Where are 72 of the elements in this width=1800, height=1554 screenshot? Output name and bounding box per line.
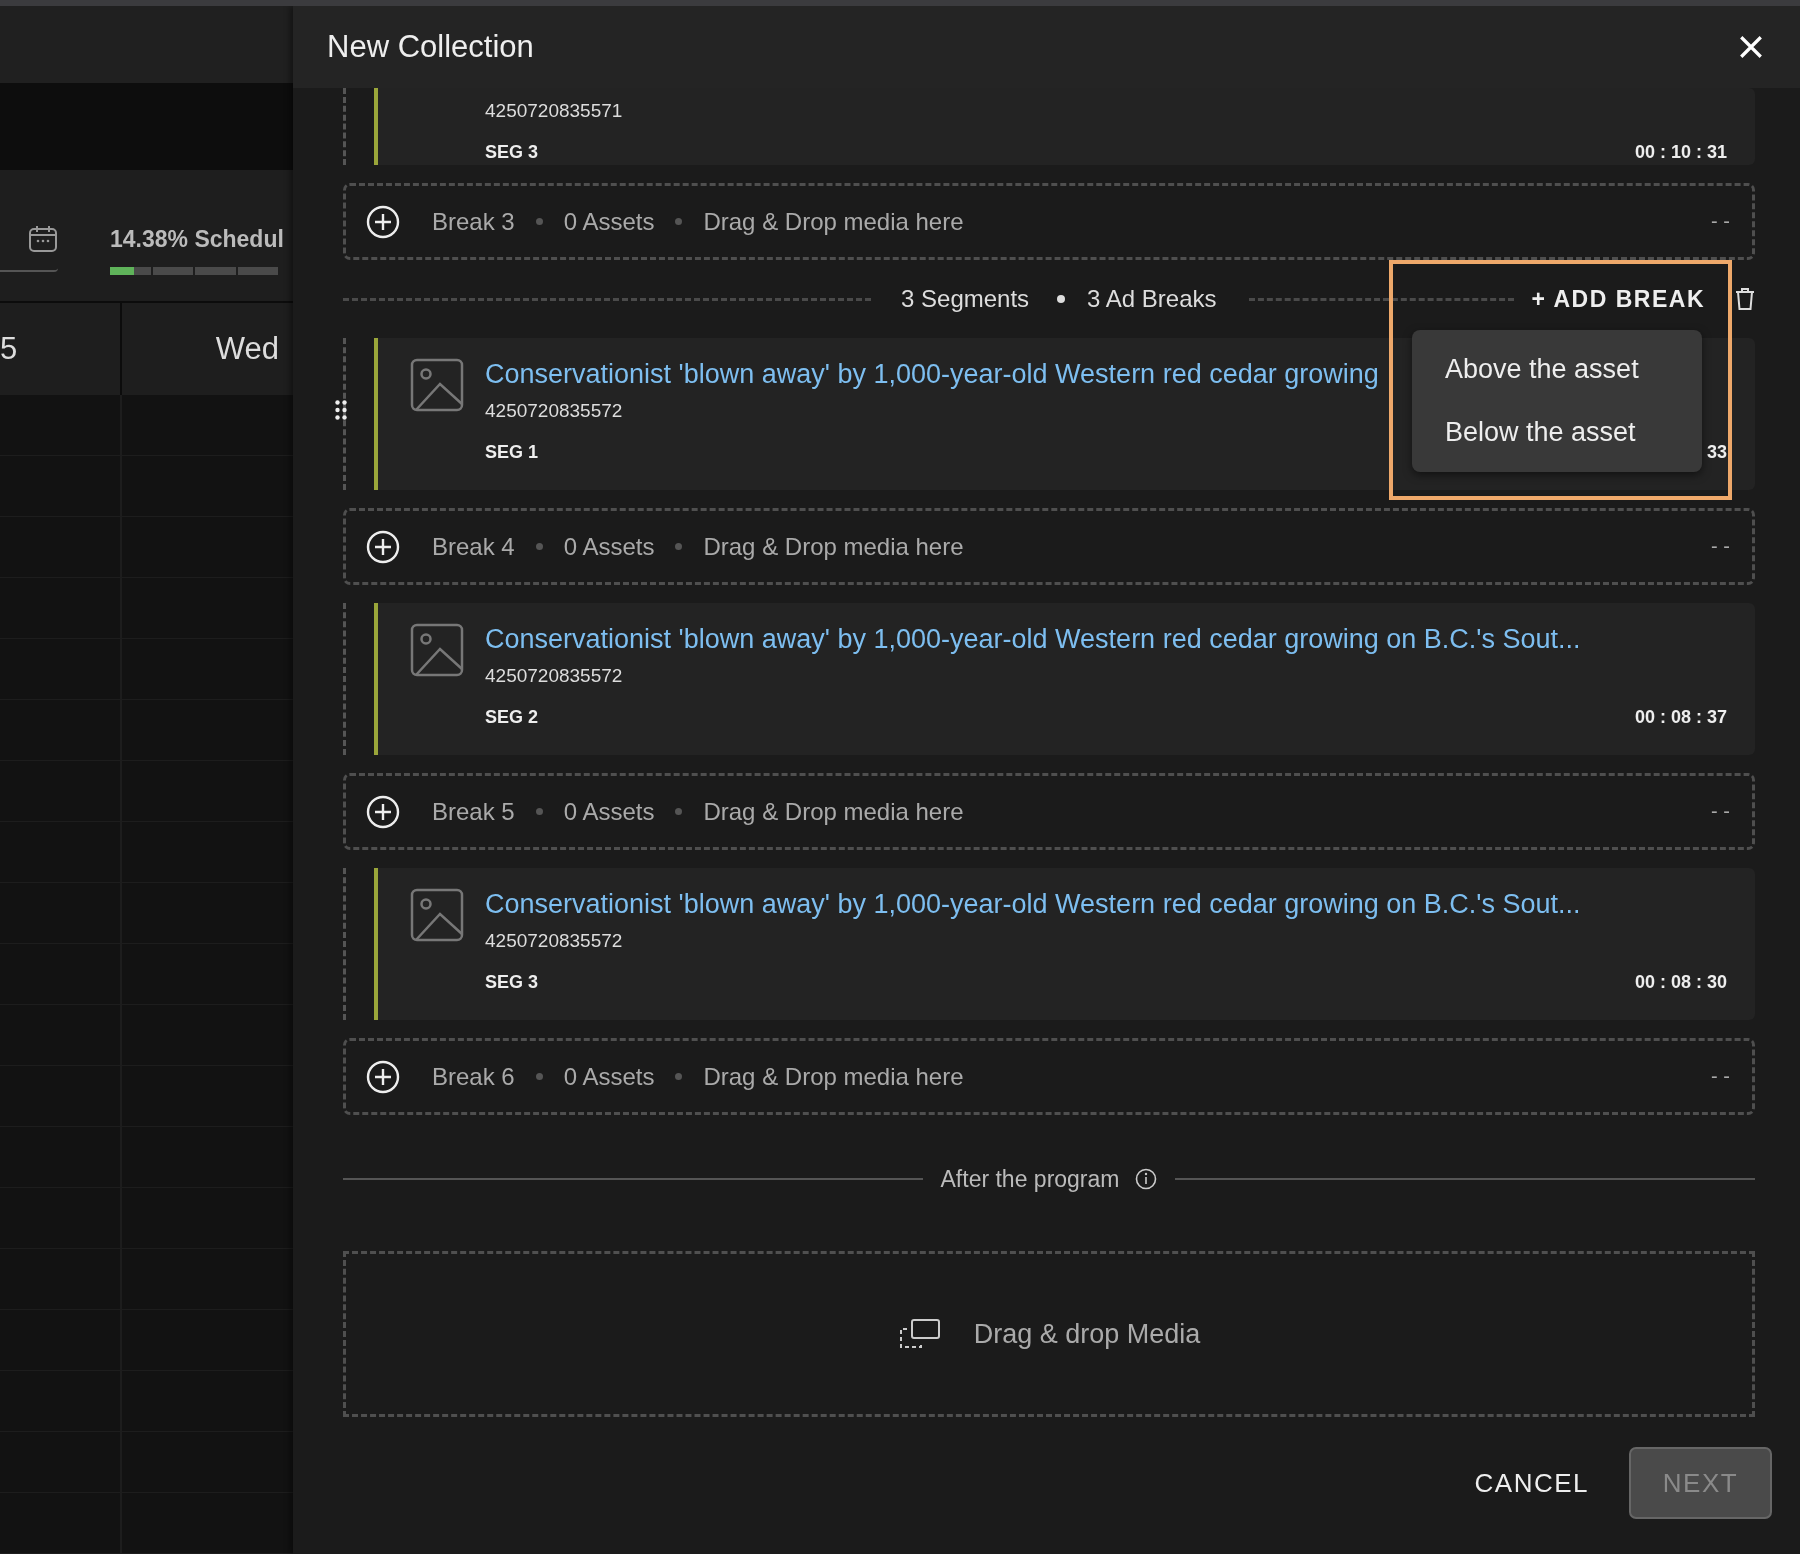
segment-count: 3 Segments (901, 285, 1030, 313)
image-placeholder-icon (410, 888, 464, 942)
separator-dot (675, 218, 683, 225)
add-icon[interactable] (366, 794, 400, 829)
asset-count: 0 Assets (563, 1062, 655, 1091)
segment-card[interactable]: Conservationist 'blown away' by 1,000-year-old Western red cedar growing on B.C.'s Sout... 4250720835572 SEG 3 00 : 08 : 30 (374, 868, 1755, 1020)
separator-dot (1057, 295, 1066, 303)
asset-title-link[interactable]: Conservationist 'blown away' by 1,000-year-old Western red cedar growing on B.C.'s Sout... (485, 888, 1581, 920)
break-duration: - - (1711, 535, 1730, 558)
trash-icon[interactable] (1735, 287, 1755, 311)
add-icon[interactable] (366, 204, 400, 239)
media-drop-icon (897, 1317, 942, 1351)
break-label: Break 6 (432, 1062, 515, 1091)
menu-item[interactable]: Above the asset (1412, 338, 1702, 401)
dropzone-label: Drag & drop Media (973, 1318, 1201, 1350)
add-icon[interactable] (366, 529, 400, 564)
asset-title-link[interactable]: Conservationist 'blown away' by 1,000-year-old Western red cedar growing on B.C.'s Sout... (485, 623, 1581, 655)
dropzone-hint: Drag & Drop media here (703, 1062, 964, 1091)
progress-label: 14.38% Schedul (110, 225, 284, 253)
segment-duration: 00 : 10 : 31 (1634, 142, 1727, 163)
segment-card[interactable]: 4250720835571 SEG 3 00 : 10 : 31 (374, 88, 1755, 165)
segment-label: SEG 3 (485, 972, 539, 993)
break-duration: - - (1711, 1065, 1730, 1088)
add-break-button[interactable]: + ADD BREAK (1527, 279, 1709, 319)
drag-handle-icon[interactable] (335, 400, 347, 420)
calendar-icon (28, 223, 58, 254)
asset-count: 0 Assets (563, 797, 655, 826)
dropzone-hint: Drag & Drop media here (703, 532, 964, 561)
asset-id: 4250720835572 (485, 665, 624, 687)
separator-dot (535, 1073, 543, 1080)
dropzone-hint: Drag & Drop media here (703, 797, 964, 826)
image-placeholder-icon (410, 358, 464, 412)
segment-label: SEG 1 (485, 442, 539, 463)
asset-id: 4250720835571 (485, 100, 624, 122)
asset-count: 0 Assets (563, 532, 655, 561)
dropzone-hint: Drag & Drop media here (703, 207, 964, 236)
cancel-button[interactable]: CANCEL (1468, 1466, 1595, 1500)
segment-duration: 33 (1706, 442, 1727, 463)
media-dropzone[interactable]: Drag & drop Media (343, 1251, 1755, 1417)
menu-item[interactable]: Below the asset (1412, 401, 1702, 464)
separator-dot (675, 1073, 683, 1080)
segment-duration: 00 : 08 : 30 (1634, 972, 1727, 993)
info-icon[interactable] (1135, 1168, 1158, 1190)
segment-duration: 00 : 08 : 37 (1634, 707, 1727, 728)
asset-count: 0 Assets (563, 207, 655, 236)
ad-break-dropzone[interactable]: Break 6 0 Assets Drag & Drop media here - - (343, 1038, 1755, 1115)
add-icon[interactable] (366, 1059, 400, 1094)
separator-dot (535, 218, 543, 225)
break-label: Break 4 (432, 532, 515, 561)
day-label: Wed (215, 331, 279, 368)
separator-dot (675, 808, 683, 815)
break-count: 3 Ad Breaks (1087, 285, 1217, 313)
break-label: Break 5 (432, 797, 515, 826)
asset-id: 4250720835572 (485, 930, 624, 952)
asset-id: 4250720835572 (485, 400, 624, 422)
ad-break-dropzone[interactable]: Break 4 0 Assets Drag & Drop media here - - (343, 508, 1755, 585)
image-placeholder-icon (410, 623, 464, 677)
dialog-title: New Collection (327, 29, 534, 65)
break-duration: - - (1711, 800, 1730, 823)
segment-label: SEG 2 (485, 707, 539, 728)
break-label: Break 3 (432, 207, 515, 236)
break-duration: - - (1711, 210, 1730, 233)
segment-label: SEG 3 (485, 142, 539, 163)
separator-dot (535, 808, 543, 815)
separator-dot (535, 543, 543, 550)
ad-break-dropzone[interactable]: Break 3 0 Assets Drag & Drop media here - - (343, 183, 1755, 260)
ad-break-dropzone[interactable]: Break 5 0 Assets Drag & Drop media here - - (343, 773, 1755, 850)
separator-dot (675, 543, 683, 550)
segment-card[interactable]: Conservationist 'blown away' by 1,000-year-old Western red cedar growing on B.C.'s Sout... 4250720835572 SEG 2 00 : 08 : 37 (374, 603, 1755, 755)
asset-title-link[interactable]: Conservationist 'blown away' by 1,000-year-old Western red cedar growing (485, 358, 1379, 390)
section-label: After the program (940, 1165, 1120, 1193)
day-label: 5 (0, 331, 18, 368)
